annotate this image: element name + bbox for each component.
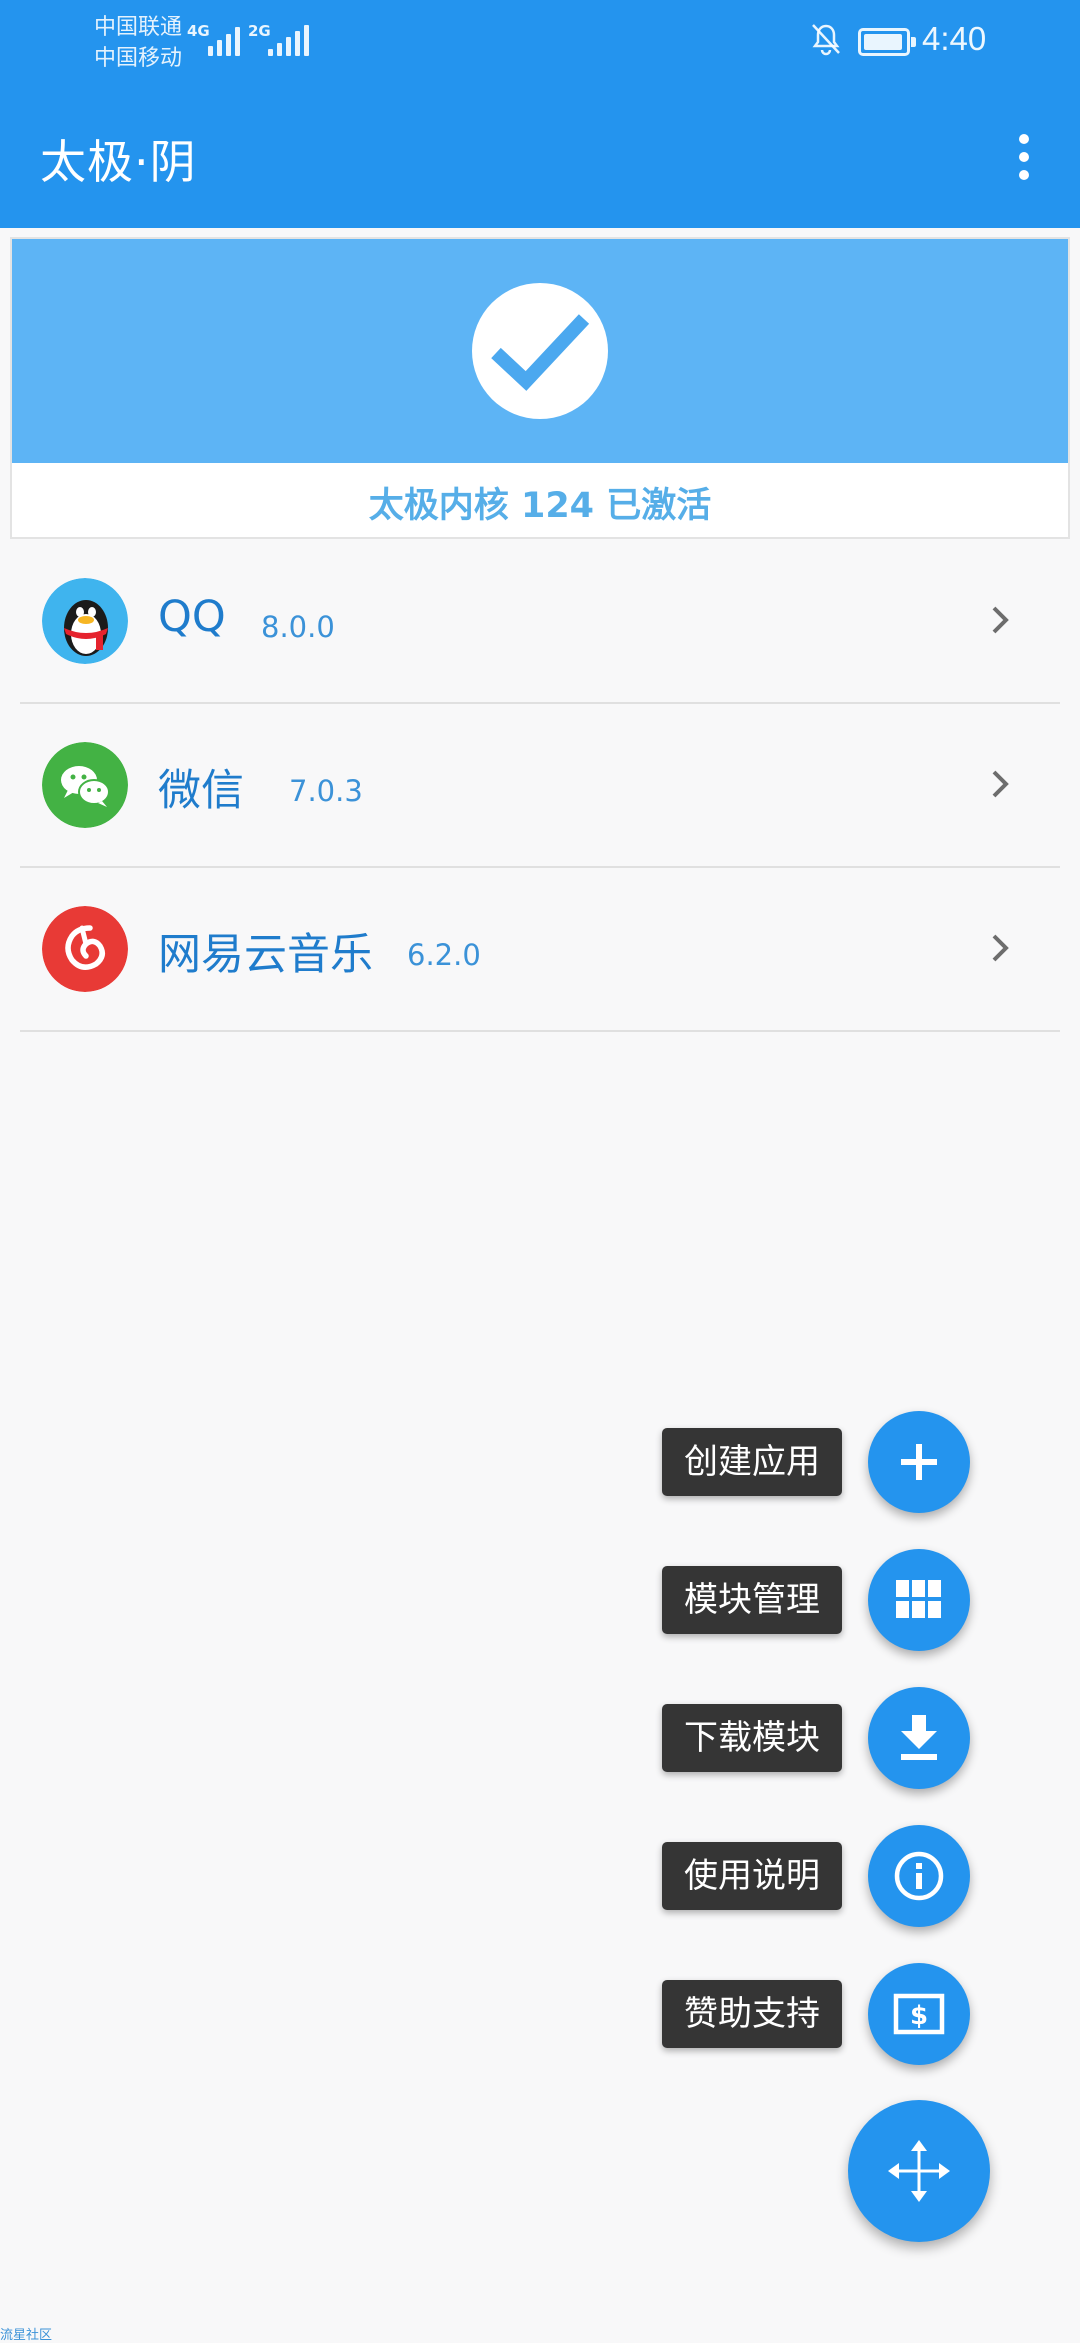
svg-text:$: $ [910, 2001, 928, 2031]
chevron-right-icon [992, 770, 1009, 798]
bell-off-icon [812, 24, 840, 56]
app-name: 网易云音乐 [158, 930, 373, 980]
carrier-1: 中国联通 [94, 15, 183, 40]
activation-status-text: 太极内核 124 已激活 [368, 486, 712, 526]
list-item-netease-music[interactable]: 网易云音乐 6.2.0 [20, 868, 1060, 1032]
app-name: QQ [158, 592, 226, 642]
status-time: 4:40 [922, 20, 987, 57]
module-manage-label[interactable]: 模块管理 [662, 1566, 842, 1634]
status-banner [12, 239, 1068, 463]
list-item-wechat[interactable]: 微信 7.0.3 [20, 704, 1060, 868]
app-version: 8.0.0 [261, 610, 335, 644]
money-icon: $ [893, 1993, 945, 2035]
instructions-button[interactable] [868, 1825, 970, 1927]
qq-penguin-icon [42, 578, 128, 664]
download-module-label[interactable]: 下载模块 [662, 1704, 842, 1772]
sponsor-button[interactable]: $ [868, 1963, 970, 2065]
list-item-qq[interactable]: QQ 8.0.0 [20, 540, 1060, 704]
app-version: 7.0.3 [289, 774, 363, 808]
watermark: 流星社区 [0, 2328, 53, 2343]
app-name: 微信 [158, 766, 244, 816]
wechat-icon [42, 742, 128, 828]
download-module-button[interactable] [868, 1687, 970, 1789]
app-title: 太极·阴 [40, 135, 197, 189]
info-icon [894, 1851, 944, 1901]
instructions-label[interactable]: 使用说明 [662, 1842, 842, 1910]
app-top-bar: 中国联通 中国移动 4G 2G 4:40 太极·阴 [0, 0, 1080, 228]
signal-icon [208, 26, 240, 56]
carrier-names: 中国联通 中国移动 [94, 12, 182, 74]
chevron-right-icon [992, 934, 1009, 962]
activation-status-card: 太极内核 124 已激活 [10, 237, 1070, 539]
move-arrows-icon [888, 2140, 950, 2202]
app-list: QQ 8.0.0 微信 7.0.3 网易云音乐 6.2.0 [0, 540, 1080, 1032]
carrier-2: 中国移动 [94, 46, 183, 71]
app-version: 6.2.0 [407, 938, 481, 972]
network-type-1: 4G [187, 22, 210, 40]
check-icon [472, 283, 608, 419]
module-manage-button[interactable] [868, 1549, 970, 1651]
speed-dial-toggle-button[interactable] [848, 2100, 990, 2242]
create-app-button[interactable] [868, 1411, 970, 1513]
plus-icon [901, 1444, 937, 1480]
netease-music-icon [42, 906, 128, 992]
sponsor-label[interactable]: 赞助支持 [662, 1980, 842, 2048]
grid-icon [896, 1580, 941, 1618]
more-vert-icon[interactable] [1000, 124, 1048, 190]
status-bar: 中国联通 中国移动 4G 2G 4:40 [0, 0, 1080, 84]
battery-icon [858, 28, 916, 56]
download-icon [901, 1715, 937, 1760]
signal-icon-2 [268, 25, 309, 56]
create-app-label[interactable]: 创建应用 [662, 1428, 842, 1496]
chevron-right-icon [992, 606, 1009, 634]
